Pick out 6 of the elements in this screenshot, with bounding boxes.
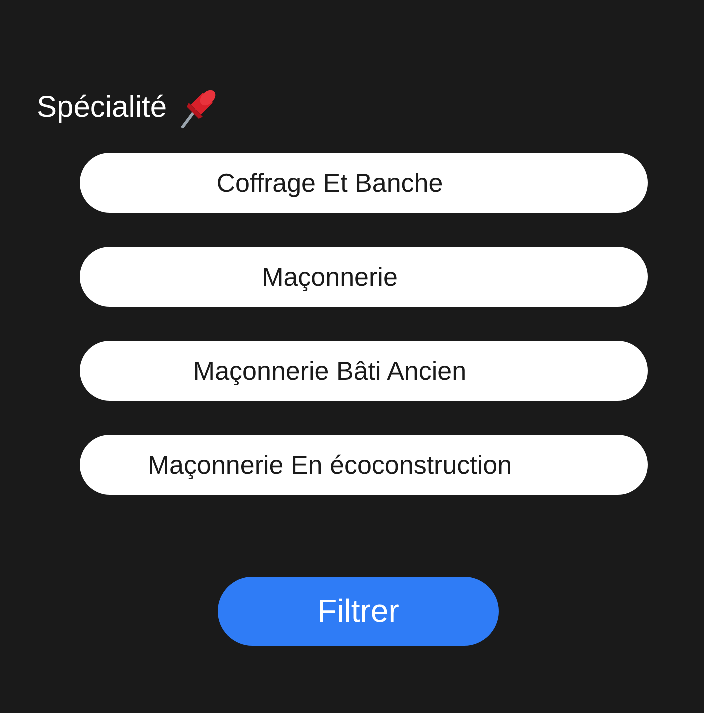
option-button[interactable]: Maçonnerie En écoconstruction [80,435,648,495]
option-button[interactable]: Maçonnerie Bâti Ancien [80,341,648,401]
option-button[interactable]: Coffrage Et Banche [80,153,648,213]
filter-button[interactable]: Filtrer [218,577,499,646]
section-title: Spécialité [37,91,168,125]
option-button[interactable]: Maçonnerie [80,247,648,307]
